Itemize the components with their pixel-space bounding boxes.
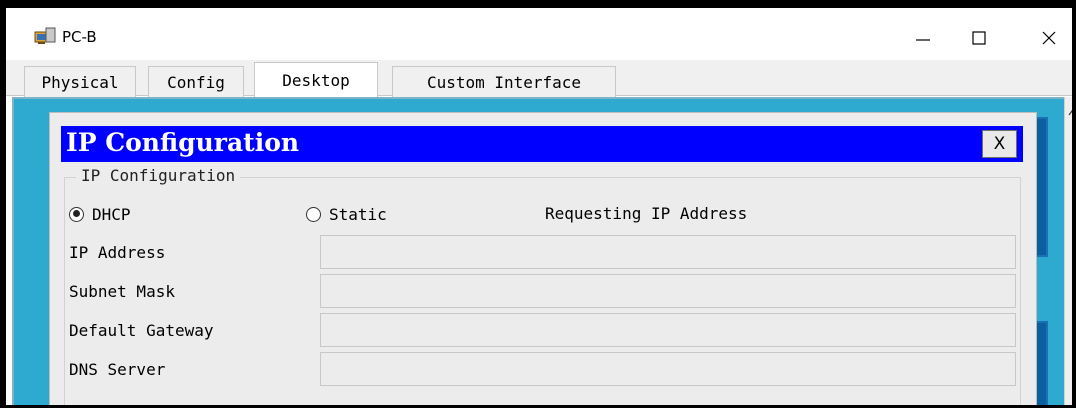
minimize-icon[interactable]	[908, 26, 938, 50]
ip-address-label: IP Address	[69, 243, 166, 262]
ip-configuration-title: IP Configuration	[66, 128, 300, 157]
tab-physical[interactable]: Physical	[24, 66, 136, 97]
ip-configuration-window: IP Configuration X IP Configuration DHCP…	[49, 112, 1037, 405]
scroll-up-icon[interactable]	[1067, 108, 1076, 118]
tab-desktop[interactable]: Desktop	[254, 62, 378, 98]
tab-custom-interface[interactable]: Custom Interface	[392, 66, 616, 97]
default-gateway-field[interactable]	[320, 313, 1016, 347]
subnet-mask-label: Subnet Mask	[69, 282, 175, 301]
ip-configuration-header: IP Configuration X	[61, 126, 1023, 162]
dhcp-status-text: Requesting IP Address	[545, 204, 748, 223]
tab-config[interactable]: Config	[148, 66, 244, 97]
vertical-scrollbar[interactable]	[1064, 97, 1072, 405]
static-radio-option[interactable]: Static	[306, 203, 387, 225]
window-title: PC-B	[62, 28, 97, 46]
window-frame: PC-B Physical Config Desktop Custom Inte…	[0, 0, 1076, 408]
title-bar: PC-B	[6, 8, 1072, 60]
dhcp-radio[interactable]	[69, 206, 84, 222]
subnet-mask-field[interactable]	[320, 274, 1016, 308]
close-icon[interactable]	[1034, 26, 1064, 50]
ip-address-field[interactable]	[320, 235, 1016, 269]
dhcp-label[interactable]: DHCP	[92, 205, 131, 224]
static-label[interactable]: Static	[329, 205, 387, 224]
maximize-icon[interactable]	[964, 26, 994, 50]
ip-configuration-group-label: IP Configuration	[76, 166, 241, 185]
default-gateway-label: Default Gateway	[69, 321, 214, 340]
dhcp-radio-option[interactable]: DHCP	[69, 203, 131, 225]
dns-server-label: DNS Server	[69, 360, 166, 379]
dns-server-field[interactable]	[320, 352, 1016, 386]
static-radio[interactable]	[306, 206, 321, 222]
pc-app-icon	[34, 27, 56, 44]
tab-bar: Physical Config Desktop Custom Interface	[6, 60, 1072, 98]
ip-configuration-close-button[interactable]: X	[982, 130, 1017, 158]
